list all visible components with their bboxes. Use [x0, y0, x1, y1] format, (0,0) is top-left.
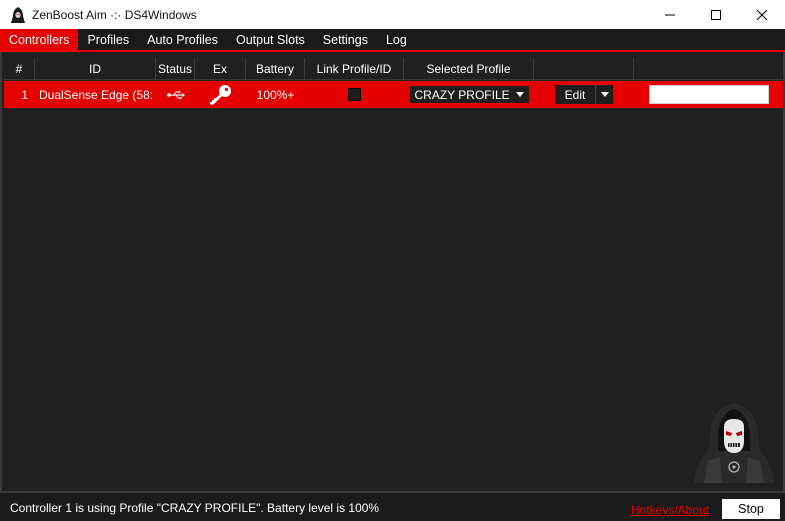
tab-auto-profiles[interactable]: Auto Profiles	[138, 29, 227, 50]
controllers-panel: # ID Status Ex Battery Link Profile/ID S…	[0, 52, 785, 491]
table-row[interactable]: 1 DualSense Edge (58: 100%+ CRAZY PROFIL…	[4, 81, 783, 108]
window-controls	[647, 0, 785, 29]
status-cell	[156, 81, 195, 108]
row-index: 1	[21, 87, 28, 102]
selected-profile-cell: CRAZY PROFILE	[404, 81, 534, 108]
close-button[interactable]	[739, 0, 785, 29]
controller-text-field[interactable]	[648, 85, 769, 104]
stop-button[interactable]: Stop	[722, 499, 780, 519]
controller-id: DualSense Edge (58:	[39, 87, 154, 102]
column-header-index[interactable]: #	[4, 58, 35, 80]
tab-output-slots[interactable]: Output Slots	[227, 29, 314, 50]
key-icon	[209, 84, 231, 105]
column-header-selected-profile[interactable]: Selected Profile	[404, 58, 534, 80]
edit-split-button: Edit	[555, 85, 613, 104]
exclusive-cell[interactable]	[195, 81, 246, 108]
close-icon	[757, 9, 767, 20]
battery-level: 100%+	[256, 87, 295, 102]
tab-log[interactable]: Log	[377, 29, 416, 50]
tab-bar: Controllers Profiles Auto Profiles Outpu…	[0, 29, 785, 50]
edit-cell: Edit	[534, 81, 634, 108]
chevron-down-icon	[515, 92, 524, 97]
column-header-extra[interactable]	[634, 58, 783, 80]
tab-settings[interactable]: Settings	[314, 29, 377, 50]
usb-icon	[166, 90, 185, 99]
tab-controllers[interactable]: Controllers	[0, 29, 79, 50]
column-header-ex[interactable]: Ex	[195, 58, 246, 80]
profile-select[interactable]: CRAZY PROFILE	[409, 86, 529, 103]
maximize-icon	[711, 9, 721, 20]
minimize-icon	[665, 14, 675, 15]
column-header-link-profile[interactable]: Link Profile/ID	[305, 58, 404, 80]
column-header-battery[interactable]: Battery	[246, 58, 305, 80]
edit-button[interactable]: Edit	[555, 85, 596, 104]
maximize-button[interactable]	[693, 0, 739, 29]
chevron-down-icon	[600, 92, 609, 97]
status-message: Controller 1 is using Profile "CRAZY PRO…	[10, 501, 380, 515]
hooded-figure-icon	[10, 6, 26, 23]
title-bar: ZenBoost Aim ·:· DS4Windows	[0, 0, 785, 29]
window-title: ZenBoost Aim ·:· DS4Windows	[32, 7, 197, 22]
profile-select-value: CRAZY PROFILE	[414, 87, 510, 102]
minimize-button[interactable]	[647, 0, 693, 29]
link-profile-checkbox[interactable]	[348, 88, 361, 101]
extra-cell	[634, 81, 783, 108]
hotkeys-about-link[interactable]: Hotkeys/About	[631, 503, 709, 517]
status-bar: Controller 1 is using Profile "CRAZY PRO…	[0, 491, 785, 521]
column-header-status[interactable]: Status	[156, 58, 195, 80]
column-header-edit[interactable]	[534, 58, 634, 80]
tab-profiles[interactable]: Profiles	[78, 29, 138, 50]
hooded-mask-mascot-icon	[694, 403, 774, 483]
edit-dropdown-button[interactable]	[596, 85, 613, 104]
link-profile-cell	[305, 81, 404, 108]
column-header-id[interactable]: ID	[35, 58, 156, 80]
table-header: # ID Status Ex Battery Link Profile/ID S…	[4, 58, 783, 80]
